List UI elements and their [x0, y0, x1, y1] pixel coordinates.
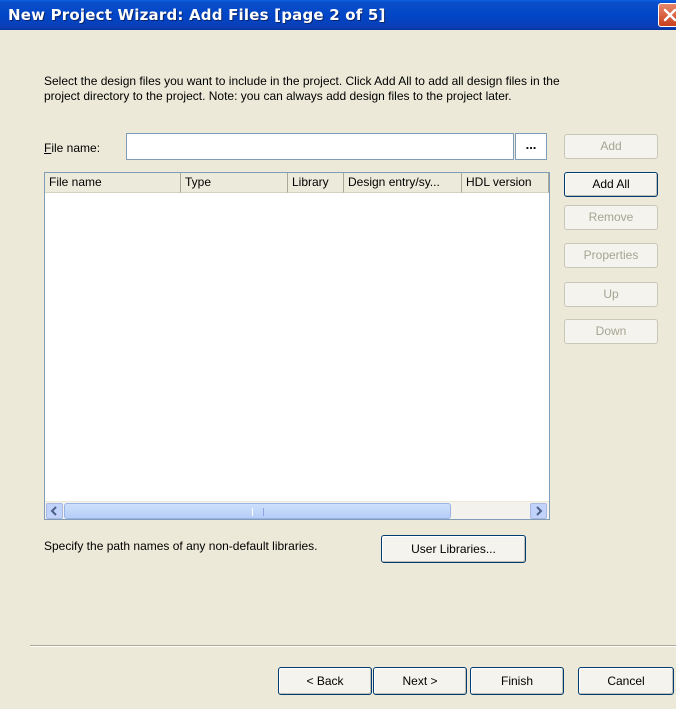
horizontal-scrollbar[interactable] [45, 501, 549, 519]
instructions-line-1: Select the design files you want to incl… [44, 74, 560, 88]
remove-button[interactable]: Remove [564, 205, 658, 230]
column-header-design-entry[interactable]: Design entry/sy... [344, 173, 462, 193]
properties-button[interactable]: Properties [564, 243, 658, 268]
footer-separator [30, 645, 676, 647]
file-name-input[interactable] [126, 133, 514, 160]
arrow-right-icon[interactable] [530, 503, 547, 519]
window-title: New Project Wizard: Add Files [page 2 of… [8, 6, 386, 24]
libraries-hint: Specify the path names of any non-defaul… [44, 539, 318, 553]
column-header-library[interactable]: Library [288, 173, 344, 193]
file-list-header: File name Type Library Design entry/sy..… [45, 173, 549, 193]
file-name-label: File name: [44, 141, 100, 155]
scrollbar-thumb[interactable] [64, 503, 451, 519]
add-all-button[interactable]: Add All [564, 172, 658, 197]
file-name-label-rest: ile name: [51, 141, 101, 155]
down-button[interactable]: Down [564, 319, 658, 344]
back-button[interactable]: < Back [278, 667, 372, 695]
column-header-hdl-version[interactable]: HDL version [462, 173, 549, 193]
file-list[interactable]: File name Type Library Design entry/sy..… [44, 172, 550, 520]
column-header-type[interactable]: Type [181, 173, 288, 193]
arrow-left-icon[interactable] [46, 503, 63, 519]
close-icon[interactable] [658, 3, 676, 27]
instructions-line-2: project directory to the project. Note: … [44, 89, 512, 103]
add-button[interactable]: Add [564, 134, 658, 159]
user-libraries-button[interactable]: User Libraries... [381, 535, 526, 563]
browse-button[interactable]: ... [515, 133, 547, 160]
next-button[interactable]: Next > [373, 667, 467, 695]
up-button[interactable]: Up [564, 282, 658, 307]
column-header-file-name[interactable]: File name [45, 173, 181, 193]
instructions: Select the design files you want to incl… [44, 74, 644, 104]
cancel-button[interactable]: Cancel [578, 667, 674, 695]
finish-button[interactable]: Finish [470, 667, 564, 695]
title-bar: New Project Wizard: Add Files [page 2 of… [0, 0, 676, 30]
scrollbar-grip [252, 508, 264, 516]
